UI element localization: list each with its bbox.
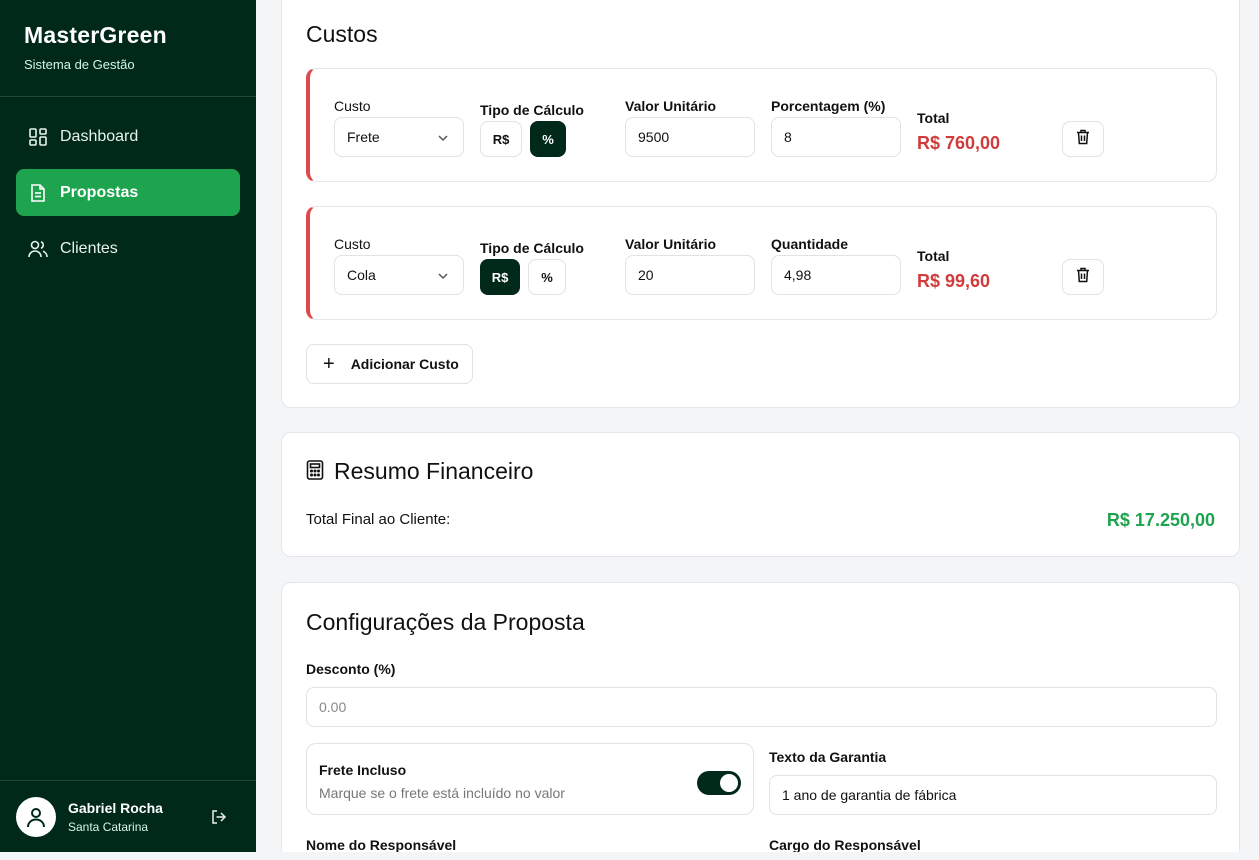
sidebar-item-label: Clientes — [60, 239, 118, 257]
summary-title: Resumo Financeiro — [334, 458, 534, 484]
switch-knob — [720, 774, 738, 792]
costs-card: Custos Custo Frete Tipo de Cálculo R$ % … — [281, 0, 1240, 408]
calculator-icon — [306, 460, 324, 485]
total-label: Total — [917, 110, 950, 126]
unit-value-label: Valor Unitário — [625, 98, 717, 114]
calc-type-currency-button[interactable]: R$ — [480, 259, 520, 295]
add-cost-button[interactable]: + Adicionar Custo — [306, 344, 473, 384]
delete-cost-button[interactable] — [1062, 121, 1104, 157]
brand-name: MasterGreen — [24, 22, 167, 48]
cost-select[interactable]: Cola — [334, 255, 464, 295]
users-icon — [28, 239, 48, 259]
main-content: Custos Custo Frete Tipo de Cálculo R$ % … — [256, 0, 1259, 852]
warranty-label: Texto da Garantia — [769, 749, 887, 765]
cost-select[interactable]: Frete — [334, 117, 464, 157]
summary-total-label: Total Final ao Cliente: — [306, 511, 451, 528]
percentage-label: Porcentagem (%) — [771, 98, 886, 114]
add-cost-label: Adicionar Custo — [350, 356, 459, 372]
document-icon — [28, 183, 48, 203]
freight-toggle-box: Frete Incluso Marque se o frete está inc… — [306, 743, 754, 815]
user-name: Gabriel Rocha — [68, 799, 163, 816]
sidebar-item-dashboard[interactable]: Dashboard — [16, 113, 240, 160]
costs-title: Custos — [306, 21, 378, 47]
cost-row: Custo Cola Tipo de Cálculo R$ % Valor Un… — [306, 206, 1217, 320]
trash-icon — [1076, 129, 1090, 150]
user-location: Santa Catarina — [68, 819, 149, 834]
sidebar-item-propostas[interactable]: Propostas — [16, 169, 240, 216]
brand-subtitle: Sistema de Gestão — [24, 57, 135, 72]
cost-row: Custo Frete Tipo de Cálculo R$ % Valor U… — [306, 68, 1217, 182]
warranty-input[interactable]: 1 ano de garantia de fábrica — [769, 775, 1217, 815]
quantity-input[interactable]: 4,98 — [771, 255, 901, 295]
plus-icon: + — [323, 352, 335, 375]
logout-icon[interactable] — [211, 809, 229, 827]
cost-select-value: Frete — [347, 129, 380, 145]
calc-type-label: Tipo de Cálculo — [480, 102, 584, 118]
user-panel: Gabriel Rocha Santa Catarina — [0, 780, 256, 852]
brand: MasterGreen Sistema de Gestão — [0, 0, 256, 97]
sidebar-item-label: Propostas — [60, 183, 139, 201]
summary-total-value: R$ 17.250,00 — [1106, 510, 1215, 530]
responsible-name-label: Nome do Responsável — [306, 837, 457, 852]
freight-title: Frete Incluso — [319, 762, 407, 778]
freight-switch[interactable] — [697, 771, 741, 795]
responsible-role-label: Cargo do Responsável — [769, 837, 921, 852]
summary-card: Resumo Financeiro Total Final ao Cliente… — [281, 432, 1240, 557]
freight-description: Marque se o frete está incluído no valor — [319, 785, 565, 801]
calc-type-currency-button[interactable]: R$ — [480, 121, 522, 157]
total-value: R$ 99,60 — [917, 271, 991, 291]
total-label: Total — [917, 248, 950, 264]
unit-value-label: Valor Unitário — [625, 236, 717, 252]
cost-label: Custo — [334, 98, 371, 114]
discount-input[interactable]: 0.00 — [306, 687, 1217, 727]
avatar[interactable] — [16, 796, 56, 837]
config-card: Configurações da Proposta Desconto (%) 0… — [281, 582, 1240, 852]
sidebar-nav: Dashboard Propostas Clientes — [0, 97, 256, 297]
trash-icon — [1076, 267, 1090, 288]
chevron-down-icon — [437, 269, 449, 285]
cost-select-value: Cola — [347, 267, 376, 283]
calc-type-label: Tipo de Cálculo — [480, 240, 584, 256]
calc-type-percent-button[interactable]: % — [530, 121, 566, 157]
delete-cost-button[interactable] — [1062, 259, 1104, 295]
unit-value-input[interactable]: 20 — [625, 255, 755, 295]
chevron-down-icon — [437, 131, 449, 147]
sidebar: MasterGreen Sistema de Gestão Dashboard … — [0, 0, 256, 852]
quantity-label: Quantidade — [771, 236, 849, 252]
user-info: Gabriel Rocha Santa Catarina — [68, 800, 163, 834]
config-title: Configurações da Proposta — [306, 609, 585, 635]
unit-value-input[interactable]: 9500 — [625, 117, 755, 157]
percentage-input[interactable]: 8 — [771, 117, 901, 157]
cost-label: Custo — [334, 236, 371, 252]
dashboard-icon — [28, 127, 48, 147]
discount-label: Desconto (%) — [306, 661, 396, 677]
sidebar-item-label: Dashboard — [60, 127, 139, 145]
sidebar-item-clientes[interactable]: Clientes — [16, 225, 240, 272]
calc-type-percent-button[interactable]: % — [528, 259, 566, 295]
total-value: R$ 760,00 — [917, 133, 1001, 153]
